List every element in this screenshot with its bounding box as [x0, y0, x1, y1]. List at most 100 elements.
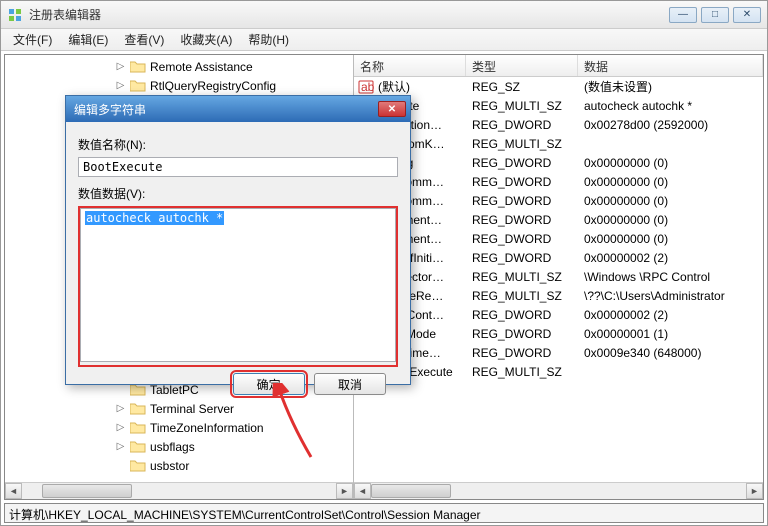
cell-type: REG_MULTI_SZ: [472, 99, 562, 113]
list-row[interactable]: 011…ceTime…REG_DWORD0x0009e340 (648000): [354, 343, 763, 362]
menu-file[interactable]: 文件(F): [5, 29, 60, 50]
expander-icon[interactable]: [115, 460, 126, 471]
folder-icon: [130, 421, 146, 434]
list-row[interactable]: abSetupExecuteREG_MULTI_SZ: [354, 362, 763, 381]
cell-data: \Windows \RPC Control: [584, 270, 710, 284]
menu-view[interactable]: 查看(V): [116, 29, 172, 50]
cell-data: autocheck autochk *: [584, 99, 692, 113]
cell-type: REG_DWORD: [472, 213, 551, 227]
cell-data: 0x00000002 (2): [584, 251, 668, 265]
menu-edit[interactable]: 编辑(E): [60, 29, 116, 50]
cell-data: 0x00000000 (0): [584, 232, 668, 246]
cell-type: REG_DWORD: [472, 232, 551, 246]
expander-icon[interactable]: ▷: [115, 80, 126, 91]
cell-data: 0x00000000 (0): [584, 156, 668, 170]
status-bar: 计算机\HKEY_LOCAL_MACHINE\SYSTEM\CurrentCon…: [4, 503, 764, 523]
list-row[interactable]: 011…eComm…REG_DWORD0x00000000 (0): [354, 172, 763, 191]
scrollbar-thumb[interactable]: [42, 484, 132, 498]
tree-item[interactable]: ▷ usbflags: [5, 437, 353, 456]
list-row[interactable]: ab (默认) REG_SZ (数值未设置): [354, 77, 763, 96]
scroll-left-icon[interactable]: ◄: [354, 483, 371, 499]
expander-icon[interactable]: ▷: [115, 61, 126, 72]
window-close-button[interactable]: ✕: [733, 7, 761, 23]
scroll-left-icon[interactable]: ◄: [5, 483, 22, 499]
cell-name: (默认): [378, 80, 410, 94]
folder-icon: [130, 459, 146, 472]
tree-item[interactable]: ▷Remote Assistance: [5, 57, 353, 76]
cell-data: 0x00000000 (0): [584, 175, 668, 189]
cell-type: REG_DWORD: [472, 346, 551, 360]
cell-type: REG_DWORD: [472, 175, 551, 189]
window-title: 注册表编辑器: [29, 6, 669, 23]
list-row[interactable]: 011…eComm…REG_DWORD0x00000000 (0): [354, 191, 763, 210]
value-data-highlight-box: autocheck autochk *: [78, 206, 398, 367]
cell-data: 0x0009e340 (648000): [584, 346, 701, 360]
folder-icon: [130, 440, 146, 453]
app-icon: [7, 7, 23, 23]
cell-type: REG_DWORD: [472, 308, 551, 322]
header-data[interactable]: 数据: [578, 55, 763, 76]
list-row[interactable]: 011…sorCont…REG_DWORD0x00000002 (2): [354, 305, 763, 324]
cell-type: REG_DWORD: [472, 194, 551, 208]
tree-item-label: usbflags: [150, 440, 195, 454]
cell-type: REG_MULTI_SZ: [472, 137, 562, 151]
tree-h-scrollbar[interactable]: ◄ ►: [5, 482, 353, 499]
tree-item[interactable]: ▷ RtlQueryRegistryConfig: [5, 76, 353, 95]
cell-type: REG_MULTI_SZ: [472, 270, 562, 284]
list-row[interactable]: 011…FlagREG_DWORD0x00000000 (0): [354, 153, 763, 172]
tree-item-label: RtlQueryRegistryConfig: [150, 79, 276, 93]
list-row[interactable]: 011…eFromK…REG_MULTI_SZ: [354, 134, 763, 153]
list-row[interactable]: 011…egment…REG_DWORD0x00000000 (0): [354, 229, 763, 248]
cell-type: REG_DWORD: [472, 327, 551, 341]
value-data-textarea[interactable]: [80, 208, 396, 362]
list-row[interactable]: 011…Section…REG_DWORD0x00278d00 (2592000…: [354, 115, 763, 134]
list-row[interactable]: 011…ionModeREG_DWORD0x00000001 (1): [354, 324, 763, 343]
header-name[interactable]: 名称: [354, 55, 466, 76]
cell-type: REG_DWORD: [472, 156, 551, 170]
cell-data: \??\C:\Users\Administrator: [584, 289, 725, 303]
cell-data: (数值未设置): [584, 80, 652, 94]
cell-type: REG_DWORD: [472, 251, 551, 265]
menu-bar: 文件(F) 编辑(E) 查看(V) 收藏夹(A) 帮助(H): [1, 29, 767, 51]
tree-item[interactable]: usbstor: [5, 456, 353, 475]
value-data-label: 数值数据(V):: [78, 185, 398, 202]
cell-type: REG_SZ: [472, 80, 520, 94]
scrollbar-thumb[interactable]: [371, 484, 451, 498]
value-list[interactable]: 名称 类型 数据 ab(默认)REG_SZ(数值未设置)ab…ecuteREG_…: [354, 55, 763, 499]
ok-button[interactable]: 确定: [233, 373, 305, 395]
expander-icon[interactable]: ▷: [115, 422, 126, 433]
list-row[interactable]: ab…Director…REG_MULTI_SZ\Windows \RPC Co…: [354, 267, 763, 286]
list-row[interactable]: ab…gFileRe…REG_MULTI_SZ\??\C:\Users\Admi…: [354, 286, 763, 305]
menu-help[interactable]: 帮助(H): [240, 29, 297, 50]
cell-data: 0x00278d00 (2592000): [584, 118, 708, 132]
menu-favorites[interactable]: 收藏夹(A): [172, 29, 240, 50]
window-maximize-button[interactable]: □: [701, 7, 729, 23]
list-h-scrollbar[interactable]: ◄ ►: [354, 482, 763, 499]
folder-icon: [130, 60, 146, 73]
cell-type: REG_MULTI_SZ: [472, 289, 562, 303]
dialog-titlebar[interactable]: 编辑多字符串 ✕: [66, 96, 410, 122]
window-minimize-button[interactable]: —: [669, 7, 697, 23]
tree-item-label: usbstor: [150, 459, 189, 473]
dialog-close-button[interactable]: ✕: [378, 101, 406, 117]
edit-multistring-dialog: 编辑多字符串 ✕ 数值名称(N): 数值数据(V): autocheck aut…: [65, 95, 411, 385]
list-row[interactable]: ab…ecuteREG_MULTI_SZautocheck autochk *: [354, 96, 763, 115]
cell-data: 0x00000002 (2): [584, 308, 668, 322]
expander-icon[interactable]: ▷: [115, 441, 126, 452]
scroll-right-icon[interactable]: ►: [746, 483, 763, 499]
dialog-title: 编辑多字符串: [70, 101, 378, 118]
cell-data: 0x00000000 (0): [584, 194, 668, 208]
cell-type: REG_DWORD: [472, 118, 551, 132]
cancel-button[interactable]: 取消: [314, 373, 386, 395]
list-row[interactable]: 011…erOfIniti…REG_DWORD0x00000002 (2): [354, 248, 763, 267]
value-name-label: 数值名称(N):: [78, 136, 398, 153]
header-type[interactable]: 类型: [466, 55, 578, 76]
value-name-input[interactable]: [78, 157, 398, 177]
folder-icon: [130, 79, 146, 92]
svg-text:ab: ab: [361, 80, 374, 94]
list-row[interactable]: 011…egment…REG_DWORD0x00000000 (0): [354, 210, 763, 229]
tree-item[interactable]: ▷ TimeZoneInformation: [5, 418, 353, 437]
window-titlebar: 注册表编辑器 — □ ✕: [1, 1, 767, 29]
tree-item-label: TimeZoneInformation: [150, 421, 264, 435]
scroll-right-icon[interactable]: ►: [336, 483, 353, 499]
